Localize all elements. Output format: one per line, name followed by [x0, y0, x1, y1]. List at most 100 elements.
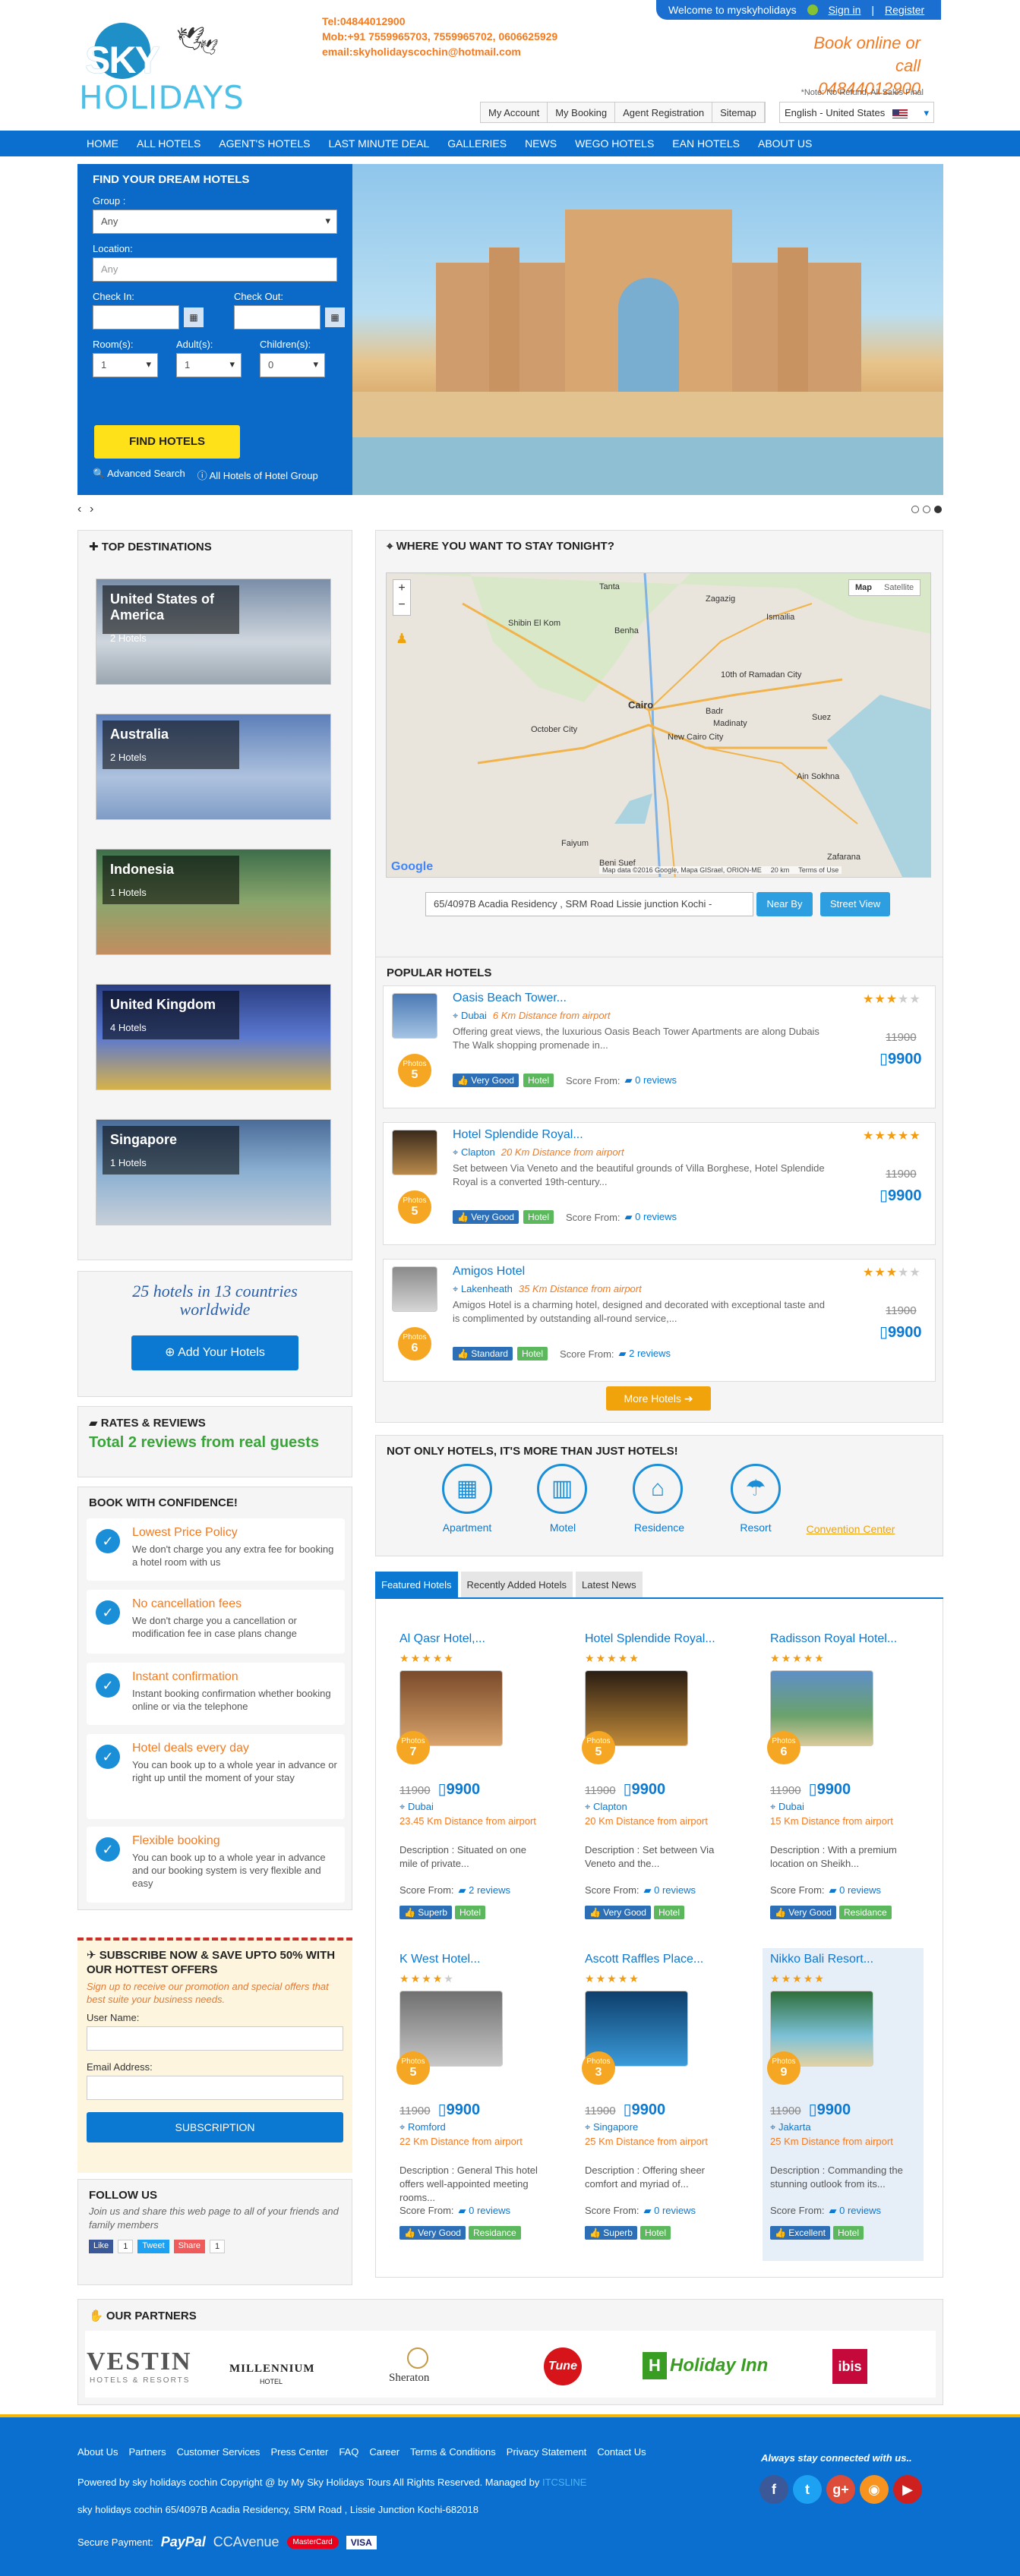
tab-recently-added[interactable]: Recently Added Hotels — [460, 1572, 573, 1597]
sign-in-link[interactable]: Sign in — [829, 4, 861, 16]
footer-contact-link[interactable]: Contact Us — [597, 2446, 646, 2458]
zoom-in-button[interactable]: + — [393, 580, 410, 597]
checkin-input[interactable] — [93, 305, 179, 329]
photos-badge[interactable]: Photos 9 — [767, 2051, 801, 2085]
nav-home[interactable]: HOME — [77, 131, 128, 156]
featured-hotel-name[interactable]: K West Hotel... — [399, 1953, 480, 1966]
featured-hotel-city[interactable]: ⌖ Jakarta — [770, 2121, 811, 2133]
partner-millennium-logo[interactable]: MILLENNIUM — [229, 2363, 315, 2376]
twitter-icon[interactable]: t — [793, 2475, 822, 2504]
nav-galleries[interactable]: GALLERIES — [438, 131, 516, 156]
slide-dot-active[interactable] — [934, 506, 942, 513]
destination-card[interactable]: United States of America 2 Hotels — [96, 579, 331, 685]
facebook-icon[interactable]: f — [759, 2475, 788, 2504]
language-select[interactable]: English - United States ▾ — [779, 102, 934, 123]
subscription-button[interactable]: SUBSCRIPTION — [87, 2112, 343, 2142]
near-by-button[interactable]: Near By — [756, 892, 813, 916]
my-account-link[interactable]: My Account — [481, 102, 548, 122]
hotel-city[interactable]: Lakenheath — [461, 1283, 513, 1294]
photos-badge[interactable]: Photos 5 — [398, 1054, 431, 1087]
map-type-satellite[interactable]: Satellite — [878, 580, 920, 595]
hotel-thumbnail[interactable] — [392, 1266, 437, 1312]
featured-hotel-name[interactable]: Al Qasr Hotel,... — [399, 1632, 485, 1646]
destination-card[interactable]: Australia 2 Hotels — [96, 714, 331, 820]
register-link[interactable]: Register — [885, 4, 924, 16]
nav-ean-hotels[interactable]: EAN HOTELS — [663, 131, 749, 156]
street-view-button[interactable]: Street View — [820, 892, 890, 916]
all-hotels-group-link[interactable]: ⓘ All Hotels of Hotel Group — [197, 468, 318, 482]
reviews-link[interactable]: ▰ 2 reviews — [619, 1348, 671, 1360]
agent-registration-link[interactable]: Agent Registration — [615, 102, 713, 122]
group-select[interactable]: Any — [93, 210, 337, 234]
facebook-like-button[interactable]: Like — [89, 2240, 114, 2253]
footer-privacy-link[interactable]: Privacy Statement — [507, 2446, 587, 2458]
nav-news[interactable]: NEWS — [516, 131, 566, 156]
nav-all-hotels[interactable]: ALL HOTELS — [128, 131, 210, 156]
hotel-thumbnail[interactable] — [392, 993, 437, 1039]
reviews-link[interactable]: ▰ 0 reviews — [459, 2205, 511, 2216]
slide-dot[interactable] — [923, 506, 930, 513]
footer-about-link[interactable]: About Us — [77, 2446, 118, 2458]
category-residence-label[interactable]: Residence — [614, 1521, 705, 1534]
children-select[interactable]: 0 — [260, 353, 325, 377]
reviews-link[interactable]: ▰ 2 reviews — [459, 1884, 511, 1896]
category-motel-label[interactable]: Motel — [517, 1521, 608, 1534]
share-button[interactable]: Share — [173, 2240, 206, 2253]
nav-agents-hotels[interactable]: AGENT'S HOTELS — [210, 131, 319, 156]
photos-badge[interactable]: Photos 3 — [582, 2051, 615, 2085]
calendar-icon[interactable]: ▦ — [325, 307, 345, 327]
map-terms-link[interactable]: Terms of Use — [798, 866, 838, 874]
logo-holidays-text[interactable]: HOLIDAYS — [79, 79, 245, 116]
nav-wego-hotels[interactable]: WEGO HOTELS — [566, 131, 663, 156]
map-type-map[interactable]: Map — [849, 580, 878, 595]
photos-badge[interactable]: Photos 6 — [398, 1327, 431, 1361]
find-hotels-button[interactable]: FIND HOTELS — [94, 425, 240, 459]
resort-icon[interactable]: ☂ — [731, 1464, 781, 1514]
footer-career-link[interactable]: Career — [369, 2446, 399, 2458]
google-map[interactable]: Tanta Zagazig Ismailia Cairo October Cit… — [386, 572, 931, 878]
email-input[interactable] — [87, 2076, 343, 2100]
footer-partners-link[interactable]: Partners — [128, 2446, 166, 2458]
category-resort-label[interactable]: Resort — [710, 1521, 801, 1534]
address-input[interactable]: 65/4097B Acadia Residency , SRM Road Lis… — [425, 892, 753, 916]
youtube-icon[interactable]: ▶ — [893, 2475, 922, 2504]
location-input[interactable]: Any — [93, 257, 337, 282]
adults-select[interactable]: 1 — [176, 353, 242, 377]
partner-holiday-inn-logo[interactable]: Holiday Inn — [670, 2355, 768, 2376]
destination-card[interactable]: Singapore 1 Hotels — [96, 1119, 331, 1225]
nav-about-us[interactable]: ABOUT US — [749, 131, 821, 156]
my-booking-link[interactable]: My Booking — [548, 102, 616, 122]
hotel-name-link[interactable]: Hotel Splendide Royal... — [453, 1128, 583, 1142]
footer-managed-link[interactable]: ITCSLINE — [542, 2477, 587, 2488]
hotel-name-link[interactable]: Oasis Beach Tower... — [453, 992, 567, 1005]
advanced-search-link[interactable]: 🔍 Advanced Search — [93, 468, 185, 482]
hotel-name-link[interactable]: Amigos Hotel — [453, 1265, 525, 1279]
featured-hotel-city[interactable]: ⌖ Dubai — [399, 1801, 434, 1813]
reviews-link[interactable]: ▰ 0 reviews — [829, 1884, 882, 1896]
partner-tune-logo[interactable]: Tune — [544, 2347, 582, 2385]
pegman-icon[interactable]: ♟ — [396, 631, 408, 647]
zoom-out-button[interactable]: − — [393, 597, 410, 613]
reviews-link[interactable]: ▰ 0 reviews — [625, 1211, 677, 1223]
featured-hotel-name[interactable]: Nikko Bali Resort... — [770, 1953, 873, 1966]
partner-sheraton-logo[interactable]: Sheraton — [389, 2372, 429, 2385]
photos-badge[interactable]: Photos 6 — [767, 1731, 801, 1764]
featured-hotel-city[interactable]: ⌖ Clapton — [585, 1801, 627, 1813]
hotel-city[interactable]: Clapton — [461, 1146, 495, 1158]
checkout-input[interactable] — [234, 305, 321, 329]
featured-hotel-name[interactable]: Radisson Royal Hotel... — [770, 1632, 897, 1646]
destination-card[interactable]: Indonesia 1 Hotels — [96, 849, 331, 955]
featured-hotel-city[interactable]: ⌖ Singapore — [585, 2121, 638, 2133]
partner-vestin-logo[interactable]: VESTIN — [87, 2347, 192, 2376]
tab-latest-news[interactable]: Latest News — [576, 1572, 643, 1597]
hotel-city[interactable]: Dubai — [461, 1010, 487, 1021]
featured-hotel-name[interactable]: Hotel Splendide Royal... — [585, 1632, 715, 1646]
reviews-link[interactable]: ▰ 0 reviews — [829, 2205, 882, 2216]
featured-hotel-city[interactable]: ⌖ Romford — [399, 2121, 446, 2133]
sitemap-link[interactable]: Sitemap — [712, 102, 765, 122]
category-apartment-label[interactable]: Apartment — [422, 1521, 513, 1534]
photos-badge[interactable]: Photos 5 — [398, 1190, 431, 1224]
featured-hotel-name[interactable]: Ascott Raffles Place... — [585, 1953, 703, 1966]
prev-arrow-icon[interactable]: ‹ — [77, 503, 81, 516]
tab-featured-hotels[interactable]: Featured Hotels — [375, 1572, 458, 1597]
